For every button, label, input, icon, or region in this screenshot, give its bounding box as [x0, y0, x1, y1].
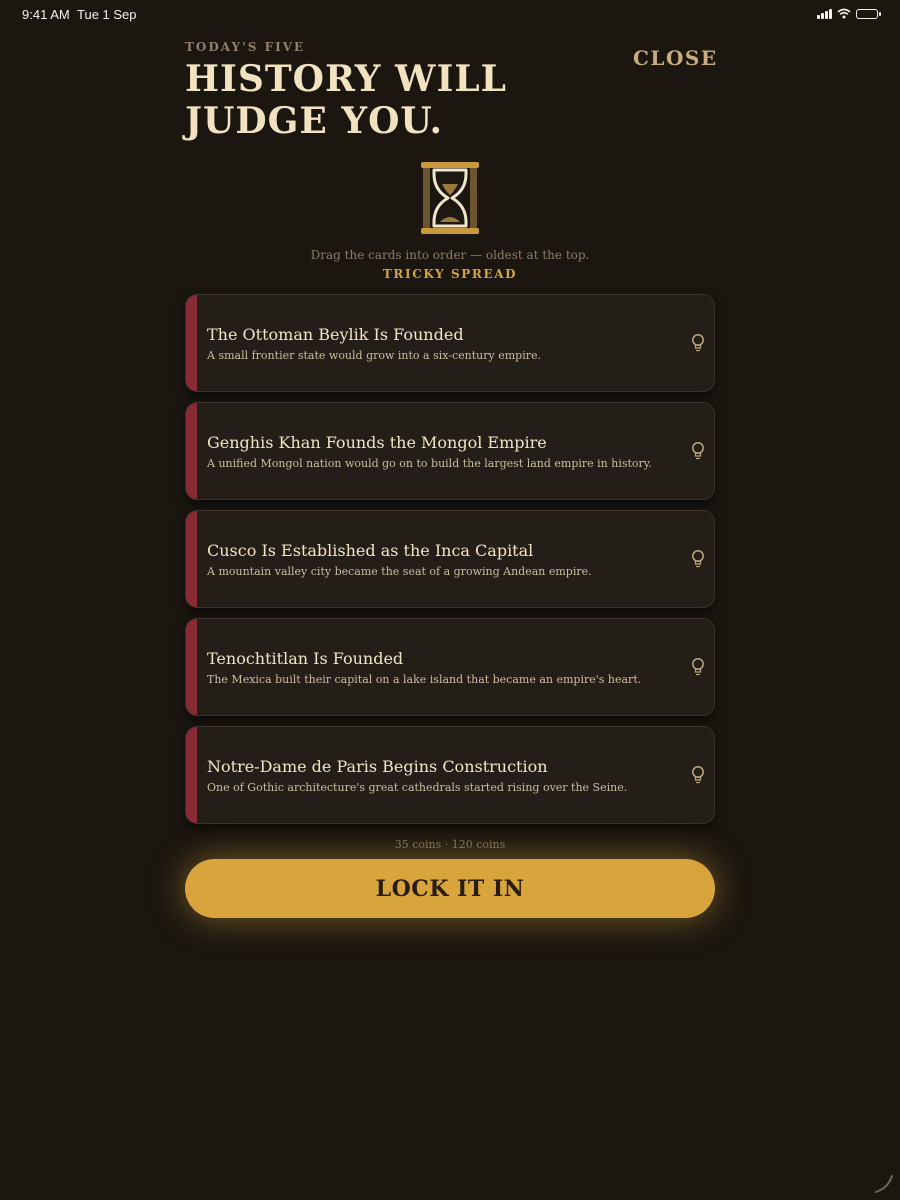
event-card[interactable]: Tenochtitlan Is Founded The Mexica built… — [185, 618, 715, 716]
event-card-title: Genghis Khan Founds the Mongol Empire — [207, 433, 547, 452]
status-time: 9:41 AM — [22, 7, 70, 22]
hourglass-icon — [421, 162, 479, 234]
battery-charging-icon — [856, 8, 881, 19]
coin-balance: 35 coins · 120 coins — [394, 838, 506, 851]
cellular-signal-icon — [817, 8, 832, 19]
event-card[interactable]: Cusco Is Established as the Inca Capital… — [185, 510, 715, 608]
event-card[interactable]: The Ottoman Beylik Is Founded A small fr… — [185, 294, 715, 392]
resize-handle-icon — [875, 1175, 893, 1193]
wifi-icon — [837, 8, 851, 19]
card-accent-bar — [186, 619, 197, 715]
page-title: HISTORY WILL JUDGE YOU. — [185, 58, 507, 142]
event-card-subtitle: A unified Mongol nation would go on to b… — [207, 457, 653, 470]
instruction-text: Drag the cards into order — oldest at th… — [310, 248, 590, 262]
status-bar: 9:41 AM Tue 1 Sep — [0, 0, 900, 28]
event-card-subtitle: One of Gothic architecture's great cathe… — [207, 781, 628, 794]
lock-it-in-button[interactable]: LOCK IT IN — [185, 859, 715, 918]
difficulty-label: TRICKY SPREAD — [382, 267, 518, 281]
close-button[interactable]: CLOSE — [633, 46, 718, 70]
lightbulb-icon[interactable] — [690, 549, 706, 569]
event-card-title: Cusco Is Established as the Inca Capital — [207, 541, 534, 560]
lightbulb-icon[interactable] — [690, 765, 706, 785]
card-accent-bar — [186, 403, 197, 499]
event-card-title: Notre-Dame de Paris Begins Construction — [207, 757, 548, 776]
lightbulb-icon[interactable] — [690, 441, 706, 461]
event-card-subtitle: A small frontier state would grow into a… — [207, 349, 541, 362]
lightbulb-icon[interactable] — [690, 657, 706, 677]
event-card-title: The Ottoman Beylik Is Founded — [207, 325, 464, 344]
status-date: Tue 1 Sep — [77, 7, 137, 22]
lightbulb-icon[interactable] — [690, 333, 706, 353]
event-card[interactable]: Notre-Dame de Paris Begins Construction … — [185, 726, 715, 824]
card-accent-bar — [186, 295, 197, 391]
event-card-title: Tenochtitlan Is Founded — [207, 649, 404, 668]
card-accent-bar — [186, 727, 197, 823]
event-card[interactable]: Genghis Khan Founds the Mongol Empire A … — [185, 402, 715, 500]
event-card-subtitle: The Mexica built their capital on a lake… — [207, 673, 642, 686]
event-card-list: The Ottoman Beylik Is Founded A small fr… — [185, 294, 715, 834]
daily-kicker: TODAY'S FIVE — [185, 40, 306, 54]
event-card-subtitle: A mountain valley city became the seat o… — [207, 565, 592, 578]
card-accent-bar — [186, 511, 197, 607]
status-indicators — [817, 8, 881, 19]
